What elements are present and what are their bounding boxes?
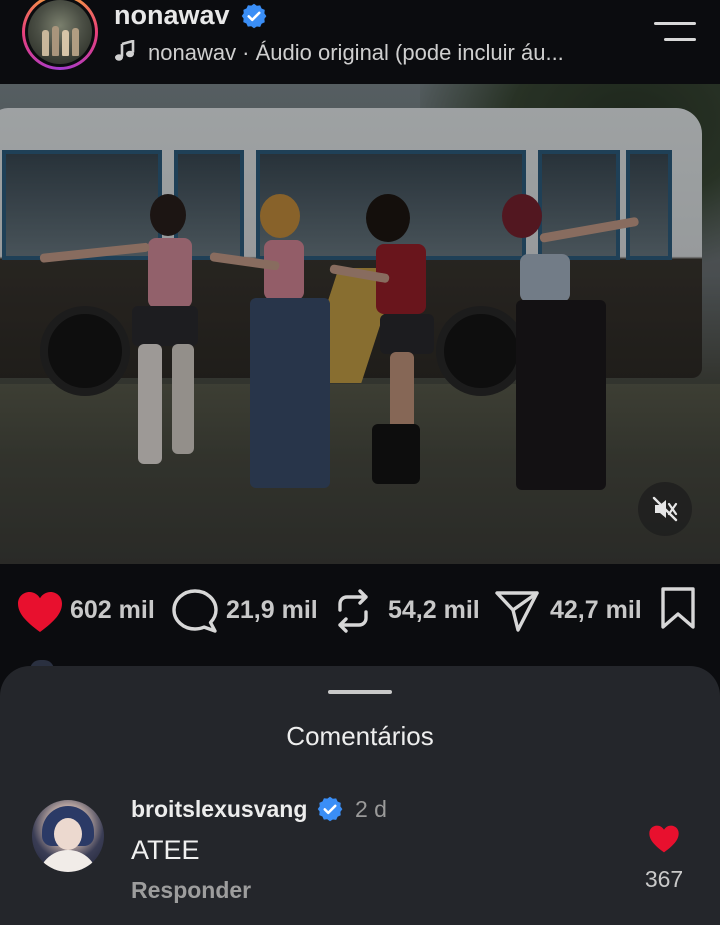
comment-time: 2 d — [355, 796, 387, 822]
username[interactable]: nonawav — [114, 0, 230, 30]
sheet-title: Comentários — [286, 721, 434, 751]
commenter-username[interactable]: broitslexusvang — [131, 794, 307, 824]
repost-icon[interactable] — [332, 588, 374, 634]
like-count[interactable]: 602 mil — [70, 594, 155, 626]
verified-icon — [241, 3, 267, 29]
mute-icon — [652, 496, 678, 522]
profile-avatar[interactable] — [22, 0, 98, 70]
reel-video[interactable] — [0, 84, 720, 564]
avatar-image — [28, 0, 92, 64]
menu-icon[interactable] — [654, 18, 696, 44]
share-count[interactable]: 42,7 mil — [550, 594, 642, 626]
heart-icon[interactable] — [16, 590, 64, 634]
repost-count[interactable]: 54,2 mil — [388, 594, 480, 626]
mute-button[interactable] — [638, 482, 692, 536]
comment-text: ATEE — [131, 835, 200, 865]
comment-count[interactable]: 21,9 mil — [226, 594, 318, 626]
bookmark-icon[interactable] — [660, 586, 696, 630]
reel-actions: 602 mil 21,9 mil 54,2 mil 42,7 mil — [0, 564, 720, 664]
music-icon — [115, 40, 135, 61]
reply-button[interactable]: Responder — [131, 875, 251, 905]
share-icon[interactable] — [494, 589, 540, 633]
comment-heart-icon[interactable] — [648, 824, 680, 854]
audio-attribution[interactable]: nonawav · Áudio original (pode incluir á… — [148, 38, 618, 68]
commenter-avatar[interactable] — [32, 800, 104, 872]
comment-like-count: 367 — [644, 866, 684, 892]
reel-header: nonawav nonawav · Áudio original (pode i… — [0, 0, 720, 84]
verified-icon — [317, 796, 343, 822]
sheet-drag-handle[interactable] — [328, 690, 392, 694]
comment-icon[interactable] — [172, 588, 218, 634]
